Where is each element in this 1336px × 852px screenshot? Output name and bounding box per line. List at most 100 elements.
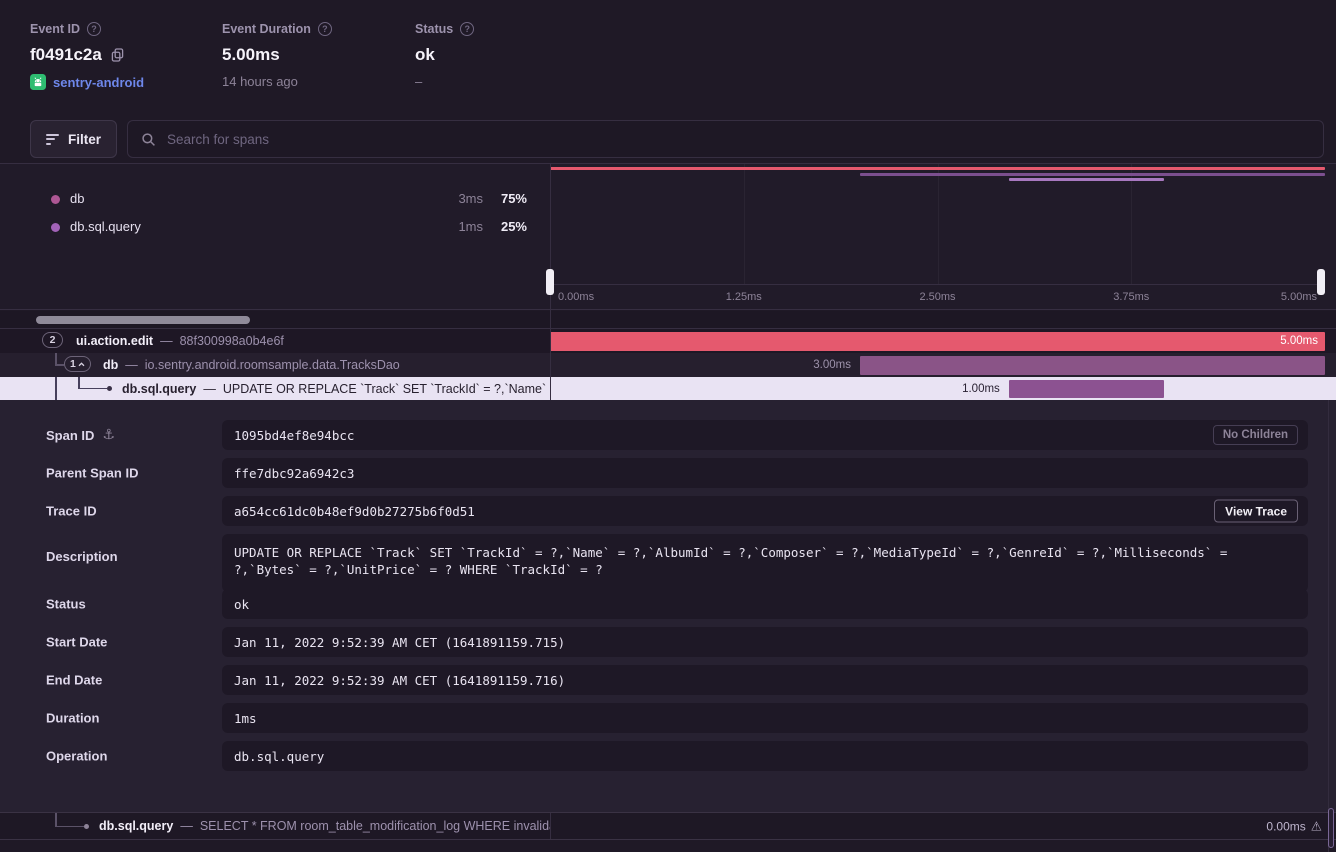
start-date-value: Jan 11, 2022 9:52:39 AM CET (1641891159.… (234, 635, 565, 650)
span-id-label: Span ID (46, 428, 94, 443)
axis-tick: 5.00ms (1281, 291, 1317, 303)
detail-row-trace-id: Trace ID a654cc61dc0b48ef9d0b27275b6f0d5… (46, 496, 1308, 526)
parent-span-id-value: ffe7dbc92a6942c3 (234, 466, 354, 481)
span-bar[interactable] (1009, 380, 1164, 398)
legend-duration: 3ms (458, 191, 483, 206)
start-date-field: Jan 11, 2022 9:52:39 AM CET (1641891159.… (222, 627, 1308, 657)
detail-row-end-date: End Date Jan 11, 2022 9:52:39 AM CET (16… (46, 665, 1308, 695)
axis-tick: 1.25ms (726, 291, 762, 303)
help-icon[interactable]: ? (460, 22, 474, 36)
legend-item-db-sql-query[interactable]: db.sql.query 1ms 25% (0, 218, 550, 238)
chevron-up-icon (78, 362, 85, 367)
hscrollbar-thumb[interactable] (36, 316, 250, 324)
copy-icon[interactable] (111, 48, 124, 62)
span-description: io.sentry.android.roomsample.data.Tracks… (145, 358, 400, 372)
trace-id-label: Trace ID (46, 504, 97, 519)
span-description: 88f300998a0b4e6f (180, 334, 284, 348)
vscrollbar-thumb[interactable] (1328, 808, 1334, 848)
legend-op: db (70, 191, 84, 206)
search-icon (141, 132, 156, 147)
span-duration: 0.00ms (1266, 819, 1305, 833)
duration-value: 1ms (234, 711, 257, 726)
span-description: UPDATE OR REPLACE `Track` SET `TrackId` … (223, 382, 550, 396)
span-op: db.sql.query (99, 819, 173, 833)
detail-row-operation: Operation db.sql.query (46, 741, 1308, 771)
status-column: Status ? ok – (415, 22, 474, 89)
filter-button[interactable]: Filter (30, 120, 117, 158)
minimap-span-db (860, 173, 1325, 176)
trace-id-value: a654cc61dc0b48ef9d0b27275b6f0d51 (234, 504, 475, 519)
legend-percent: 75% (501, 191, 527, 206)
warning-icon: ⚠ (1311, 819, 1322, 834)
end-date-value: Jan 11, 2022 9:52:39 AM CET (1641891159.… (234, 673, 565, 688)
tree-hscrollbar (0, 311, 1336, 329)
legend-duration: 1ms (458, 219, 483, 234)
event-duration-column: Event Duration ? 5.00ms 14 hours ago (222, 22, 332, 89)
span-id-field: 1095bd4ef8e94bcc No Children (222, 420, 1308, 450)
android-project-icon (30, 74, 46, 90)
parent-span-id-label: Parent Span ID (46, 466, 138, 481)
minimap-span-query (1009, 178, 1164, 181)
event-duration-value: 5.00ms (222, 45, 280, 65)
event-id-label: Event ID (30, 22, 80, 36)
event-header: Event ID ? f0491c2a sentry-android Even (30, 22, 1336, 112)
detail-row-span-id: Span ID ⚓ 1095bd4ef8e94bcc No Children (46, 420, 1308, 450)
search-input[interactable] (165, 131, 1310, 148)
status-value: ok (415, 45, 435, 65)
detail-row-start-date: Start Date Jan 11, 2022 9:52:39 AM CET (… (46, 627, 1308, 657)
span-children-badge-expanded[interactable]: 1 (64, 356, 91, 372)
description-field: UPDATE OR REPLACE `Track` SET `TrackId` … (222, 534, 1308, 592)
help-icon[interactable]: ? (87, 22, 101, 36)
duration-label: Duration (46, 711, 99, 726)
minimap-span-root (550, 167, 1325, 170)
span-row-db-sql-query-selected[interactable]: db.sql.query — UPDATE OR REPLACE `Track`… (0, 377, 1336, 400)
span-op: db.sql.query (122, 382, 196, 396)
legend-item-db[interactable]: db 3ms 75% (0, 190, 550, 210)
span-row-db-sql-query-select[interactable]: db.sql.query — SELECT * FROM room_table_… (0, 812, 1336, 840)
operation-value: db.sql.query (234, 749, 324, 764)
span-id-value: 1095bd4ef8e94bcc (234, 428, 354, 443)
time-axis: 0.00ms 1.25ms 2.50ms 3.75ms 5.00ms (550, 284, 1325, 309)
axis-tick: 2.50ms (919, 291, 955, 303)
filter-button-label: Filter (68, 132, 101, 147)
trace-minimap[interactable] (550, 164, 1325, 285)
span-children-badge[interactable]: 2 (42, 332, 63, 348)
span-bar[interactable]: 5.00ms (550, 332, 1325, 351)
view-trace-button[interactable]: View Trace (1214, 500, 1298, 523)
anchor-icon[interactable]: ⚓ (102, 427, 115, 443)
duration-field: 1ms (222, 703, 1308, 733)
no-children-badge: No Children (1213, 425, 1298, 445)
help-icon[interactable]: ? (318, 22, 332, 36)
status-row-label: Status (46, 597, 86, 612)
span-bar[interactable] (860, 356, 1325, 375)
detail-row-duration: Duration 1ms (46, 703, 1308, 733)
span-op: ui.action.edit (76, 334, 153, 348)
span-duration: 5.00ms (1280, 335, 1318, 347)
parent-span-id-field: ffe7dbc92a6942c3 (222, 458, 1308, 488)
event-id-value: f0491c2a (30, 45, 102, 65)
detail-row-description: Description UPDATE OR REPLACE `Track` SE… (46, 534, 1308, 592)
span-op: db (103, 358, 118, 372)
project-link[interactable]: sentry-android (53, 75, 144, 90)
span-duration: 1.00ms (962, 383, 1000, 395)
trace-overview-panel: db 3ms 75% db.sql.query 1ms 25% 0.00ms 1… (0, 163, 1336, 310)
status-sub: – (415, 74, 422, 89)
span-details-panel: Span ID ⚓ 1095bd4ef8e94bcc No Children P… (0, 400, 1336, 812)
minimap-handle-right[interactable] (1317, 269, 1325, 295)
legend-percent: 25% (501, 219, 527, 234)
op-color-dot (51, 195, 60, 204)
axis-tick: 3.75ms (1113, 291, 1149, 303)
span-row-db[interactable]: 1 db — io.sentry.android.roomsample.data… (0, 353, 1336, 377)
detail-row-parent-span-id: Parent Span ID ffe7dbc92a6942c3 (46, 458, 1308, 488)
span-row-ui-action-edit[interactable]: 2 ui.action.edit — 88f300998a0b4e6f 5.00… (0, 329, 1336, 353)
operation-field: db.sql.query (222, 741, 1308, 771)
event-age: 14 hours ago (222, 74, 298, 89)
description-label: Description (46, 549, 118, 564)
op-color-dot (51, 223, 60, 232)
detail-row-status: Status ok (46, 589, 1308, 619)
trace-id-field: a654cc61dc0b48ef9d0b27275b6f0d51 View Tr… (222, 496, 1308, 526)
filter-icon (46, 134, 59, 145)
minimap-handle-left[interactable] (546, 269, 554, 295)
start-date-label: Start Date (46, 635, 107, 650)
status-label: Status (415, 22, 453, 36)
